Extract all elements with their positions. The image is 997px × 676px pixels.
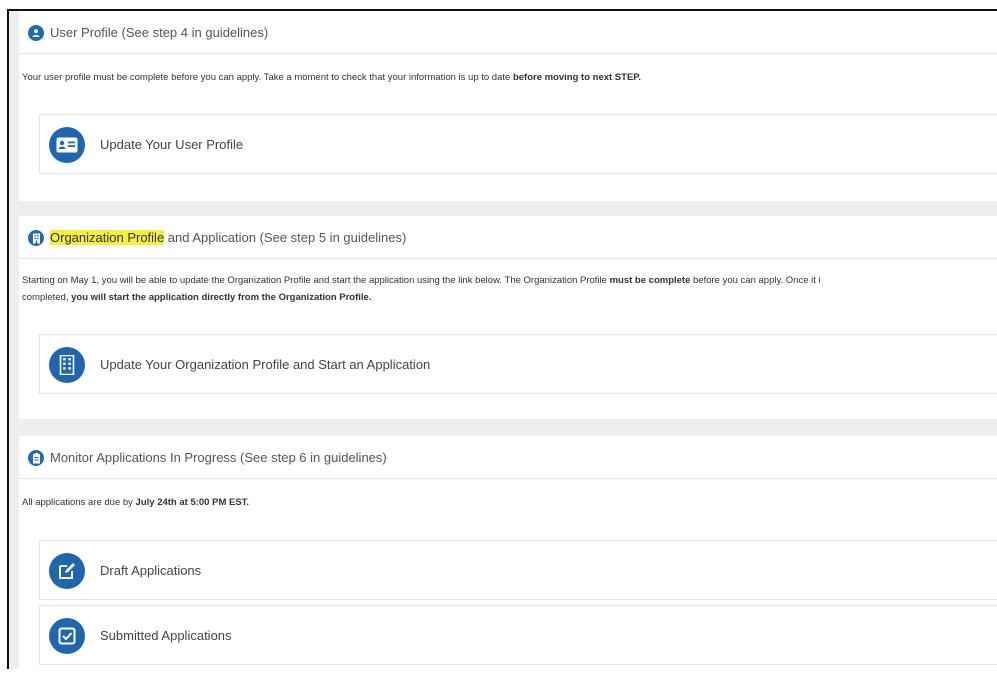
- monitor-applications-title: Monitor Applications In Progress (See st…: [50, 450, 387, 465]
- checkbox-icon: [49, 618, 85, 654]
- update-user-profile-link[interactable]: Update Your User Profile: [39, 114, 997, 174]
- organization-profile-section: Organization Profile and Application (Se…: [19, 216, 997, 419]
- monitor-applications-section: Monitor Applications In Progress (See st…: [19, 436, 997, 676]
- id-card-icon: [49, 127, 85, 163]
- user-profile-description-bold: before moving to next STEP.: [512, 72, 642, 83]
- building-icon: [49, 347, 85, 383]
- draft-applications-link[interactable]: Draft Applications: [39, 540, 997, 600]
- organization-description-line-1: Starting on May 1, you will be able to u…: [22, 272, 997, 289]
- user-profile-title: User Profile (See step 4 in guidelines): [50, 25, 269, 40]
- update-user-profile-label: Update Your User Profile: [100, 137, 244, 152]
- draft-applications-label: Draft Applications: [100, 563, 202, 578]
- org-desc-bold-2: you will start the application directly …: [71, 292, 372, 303]
- organization-description-line-2: completed, you will start the applicatio…: [22, 289, 997, 306]
- org-desc-text-2: before you can apply. Once it i: [690, 275, 821, 286]
- user-profile-section: User Profile (See step 4 in guidelines) …: [19, 11, 997, 201]
- clipboard-icon: [28, 450, 44, 466]
- update-organization-profile-label: Update Your Organization Profile and Sta…: [100, 357, 431, 372]
- user-profile-description-text: Your user profile must be complete befor…: [22, 72, 513, 83]
- submitted-applications-label: Submitted Applications: [100, 628, 232, 643]
- update-organization-profile-link[interactable]: Update Your Organization Profile and Sta…: [39, 334, 997, 394]
- organization-profile-header: Organization Profile and Application (Se…: [19, 216, 997, 259]
- monitor-applications-header: Monitor Applications In Progress (See st…: [19, 436, 997, 479]
- org-desc-text-3: completed,: [22, 292, 72, 303]
- organization-profile-title: Organization Profile and Application (Se…: [50, 230, 406, 245]
- user-profile-description: Your user profile must be complete befor…: [22, 69, 997, 86]
- user-icon: [28, 25, 44, 41]
- organization-profile-highlight: Organization Profile: [50, 230, 165, 245]
- submitted-applications-link[interactable]: Submitted Applications: [39, 605, 997, 665]
- user-profile-header: User Profile (See step 4 in guidelines): [19, 11, 997, 54]
- edit-icon: [49, 553, 85, 589]
- monitor-applications-description: All applications are due by July 24th at…: [22, 494, 997, 511]
- building-small-icon: [28, 230, 44, 246]
- org-desc-text-1: Starting on May 1, you will be able to u…: [22, 275, 610, 286]
- organization-profile-title-rest: and Application (See step 5 in guideline…: [164, 230, 407, 245]
- monitor-desc-bold: July 24th at 5:00 PM EST.: [135, 497, 250, 508]
- organization-profile-description: Starting on May 1, you will be able to u…: [22, 272, 997, 306]
- page-frame: User Profile (See step 4 in guidelines) …: [7, 9, 997, 676]
- monitor-desc-text: All applications are due by: [22, 497, 136, 508]
- org-desc-bold-1: must be complete: [609, 275, 691, 286]
